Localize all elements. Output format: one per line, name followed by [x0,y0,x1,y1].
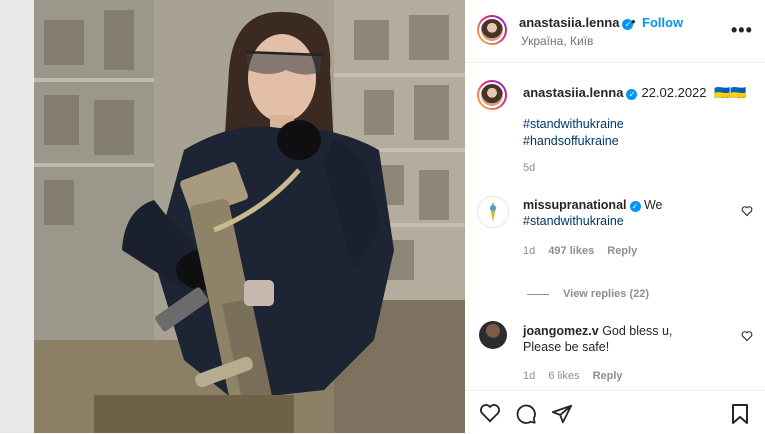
view-replies-button[interactable]: View replies (22) [527,288,649,300]
comment-time[interactable]: 1d [523,245,535,257]
caption-age[interactable]: 5d [523,162,535,174]
reply-button[interactable]: Reply [593,370,623,382]
commenter-avatar[interactable] [477,196,509,228]
comment-likes[interactable]: 497 likes [548,245,594,257]
comment-username[interactable]: missupranational [523,198,627,212]
comment-icon[interactable] [515,403,537,425]
comment-body-line1: We [643,198,663,212]
view-replies-label: View replies (22) [563,288,650,300]
replies-divider [527,293,549,295]
heart-icon[interactable] [479,403,501,423]
reply-button[interactable]: Reply [607,245,637,257]
caption-username[interactable]: anastasiia.lenna [523,85,623,100]
photo-illustration [34,0,465,433]
author-avatar[interactable] [477,15,507,45]
caption-flags: 🇺🇦🇺🇦 [714,85,747,100]
action-bar [465,390,765,434]
header-separator: • [631,14,636,29]
bookmark-icon[interactable] [731,403,749,425]
comment-body-line1: God bless u, [602,324,673,338]
verified-badge-icon: ✓ [629,201,641,212]
post-side-panel: anastasiia.lenna ✓ • Follow Україна, Київ… [465,0,765,433]
heart-icon[interactable] [741,330,753,342]
comment-username[interactable]: joangomez.v [523,324,599,338]
author-username[interactable]: anastasiia.lenna ✓ [519,15,634,30]
post-photo[interactable] [34,0,465,433]
heart-icon[interactable] [741,205,753,217]
send-icon[interactable] [551,403,573,425]
caption-line: anastasiia.lenna ✓ 22.02.2022 🇺🇦🇺🇦 [523,85,747,101]
hashtag-link[interactable]: #standwithukraine [523,117,624,131]
post-header: anastasiia.lenna ✓ • Follow Україна, Київ… [465,0,765,63]
commenter-avatar[interactable] [479,321,507,349]
comment-meta: 1d 6 likes Reply [523,370,623,382]
comment-likes[interactable]: 6 likes [548,370,579,382]
hashtag-link[interactable]: #handsoffukraine [523,134,619,148]
comment-text: joangomez.v God bless u, Please be safe! [523,323,672,355]
caption-date: 22.02.2022 [641,85,707,100]
caption-avatar[interactable] [477,80,507,110]
post-location[interactable]: Україна, Київ [521,34,593,48]
comment-time[interactable]: 1d [523,370,535,382]
follow-button[interactable]: Follow [642,15,683,30]
comment-meta: 1d 497 likes Reply [523,245,637,257]
comment-hashtag[interactable]: #standwithukraine [523,214,624,228]
more-options-icon[interactable]: ••• [731,20,753,41]
verified-badge-icon: ✓ [626,89,638,100]
comment-body-line2: Please be safe! [523,340,610,354]
backdrop-margin [0,0,34,433]
comment-text: missupranational ✓ We #standwithukraine [523,197,663,229]
crown-logo-icon [490,202,496,222]
